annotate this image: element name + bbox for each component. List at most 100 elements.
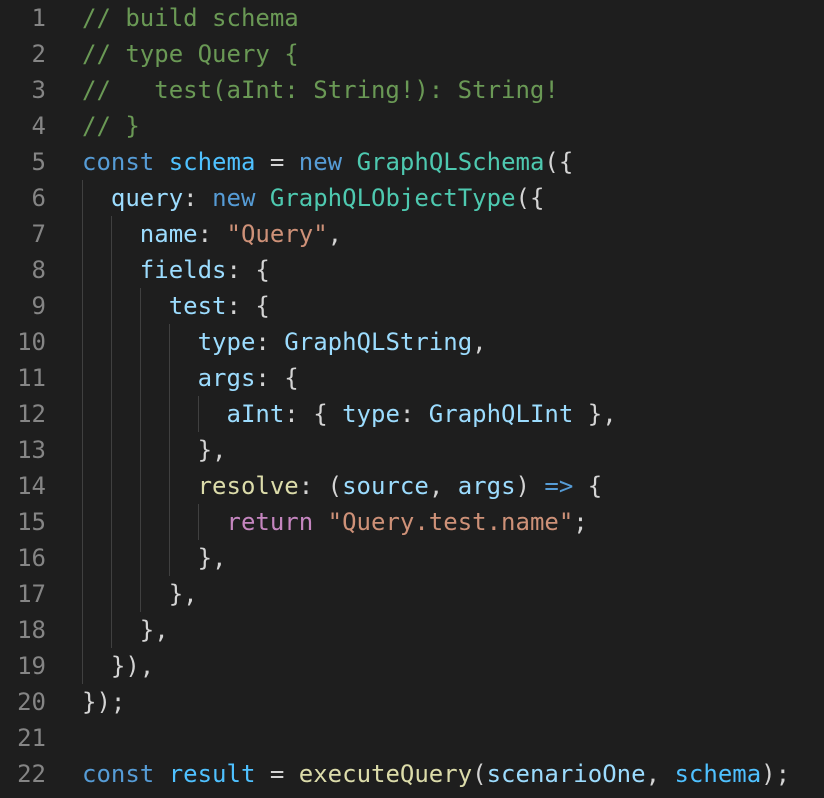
- code-token: args: [457, 472, 516, 500]
- code-token: },: [573, 400, 617, 428]
- code-line[interactable]: 14 resolve: (source, args) => {: [0, 468, 824, 504]
- code-token: resolve: [197, 472, 299, 500]
- code-token: });: [82, 688, 126, 716]
- line-number: 18: [17, 616, 46, 644]
- code-text[interactable]: // test(aInt: String!): String!: [82, 72, 559, 108]
- code-line[interactable]: 4 // }: [0, 108, 824, 144]
- code-token: test: [168, 292, 227, 320]
- code-token: =: [255, 148, 299, 176]
- code-token: );: [761, 760, 791, 788]
- code-token: new: [298, 148, 343, 176]
- code-line[interactable]: 16 },: [0, 540, 824, 576]
- code-token: ,: [327, 220, 343, 248]
- code-text[interactable]: args: {: [82, 360, 299, 396]
- code-text[interactable]: // }: [82, 108, 140, 144]
- code-token: const: [82, 760, 155, 788]
- code-text[interactable]: test: {: [82, 288, 270, 324]
- code-token: type: [342, 400, 400, 428]
- code-text[interactable]: },: [82, 612, 169, 648]
- code-token: },: [82, 616, 169, 644]
- code-token: ;: [573, 508, 588, 536]
- code-token: schema: [168, 148, 256, 176]
- code-line[interactable]: 15 return "Query.test.name";: [0, 504, 824, 540]
- code-token: GraphQLObjectType: [269, 184, 516, 212]
- code-text[interactable]: name: "Query",: [82, 216, 342, 252]
- code-token: source: [342, 472, 429, 500]
- code-line[interactable]: 22 const result = executeQuery(scenarioOn…: [0, 756, 824, 792]
- code-text[interactable]: resolve: (source, args) => {: [82, 468, 603, 504]
- code-line[interactable]: 11 args: {: [0, 360, 824, 396]
- line-number: 9: [31, 292, 46, 320]
- code-line[interactable]: 1 // build schema: [0, 0, 824, 36]
- code-text[interactable]: },: [82, 576, 198, 612]
- code-text[interactable]: },: [82, 432, 227, 468]
- code-text[interactable]: const schema = new GraphQLSchema({: [82, 144, 573, 180]
- code-line[interactable]: 9 test: {: [0, 288, 824, 324]
- code-token: ({: [544, 148, 574, 176]
- code-token: // build schema: [82, 4, 299, 32]
- code-text[interactable]: aInt: { type: GraphQLInt },: [82, 396, 617, 432]
- code-text[interactable]: fields: {: [82, 252, 270, 288]
- code-text[interactable]: });: [82, 684, 125, 720]
- code-line[interactable]: 13 },: [0, 432, 824, 468]
- code-token: : {: [226, 256, 270, 284]
- code-line[interactable]: 18 },: [0, 612, 824, 648]
- code-line[interactable]: 20});: [0, 684, 824, 720]
- code-token: return: [226, 508, 314, 536]
- line-number: 19: [17, 652, 46, 680]
- line-number: 15: [17, 508, 46, 536]
- code-token: },: [82, 436, 227, 464]
- code-token: :: [255, 328, 285, 356]
- code-line[interactable]: 17 },: [0, 576, 824, 612]
- line-number: 16: [17, 544, 46, 572]
- code-text[interactable]: }),: [82, 648, 154, 684]
- code-token: ): [515, 472, 545, 500]
- code-token: ,: [645, 760, 675, 788]
- code-line[interactable]: 2 // type Query {: [0, 36, 824, 72]
- code-line[interactable]: 21: [0, 720, 824, 756]
- code-token: const: [82, 148, 155, 176]
- code-token: // }: [82, 112, 140, 140]
- code-token: GraphQLString: [284, 328, 473, 356]
- code-text[interactable]: // type Query {: [82, 36, 299, 72]
- code-token: aInt: [226, 400, 285, 428]
- line-number: 8: [31, 256, 46, 284]
- line-number: 10: [17, 328, 46, 356]
- code-token: fields: [139, 256, 227, 284]
- code-token: (: [472, 760, 487, 788]
- code-text[interactable]: return "Query.test.name";: [82, 504, 588, 540]
- code-line[interactable]: 12 aInt: { type: GraphQLInt },: [0, 396, 824, 432]
- code-token: executeQuery: [298, 760, 473, 788]
- code-token: args: [197, 364, 256, 392]
- line-number: 21: [17, 724, 46, 752]
- line-number: 4: [31, 112, 46, 140]
- code-text[interactable]: query: new GraphQLObjectType({: [82, 180, 545, 216]
- code-line[interactable]: 5 const schema = new GraphQLSchema({: [0, 144, 824, 180]
- line-number: 11: [17, 364, 46, 392]
- code-text[interactable]: type: GraphQLString,: [82, 324, 487, 360]
- code-editor[interactable]: 1 // build schema 2 // type Query { 3 // test…: [0, 0, 824, 798]
- code-token: =: [255, 760, 299, 788]
- code-line[interactable]: 10 type: GraphQLString,: [0, 324, 824, 360]
- code-text[interactable]: const result = executeQuery(scenarioOne,…: [82, 756, 790, 792]
- code-line[interactable]: 8 fields: {: [0, 252, 824, 288]
- code-token: {: [573, 472, 603, 500]
- line-number: 22: [17, 760, 46, 788]
- line-number: 7: [31, 220, 46, 248]
- code-text[interactable]: },: [82, 540, 227, 576]
- code-token: new: [212, 184, 256, 212]
- line-number: 3: [31, 76, 46, 104]
- code-line[interactable]: 19 }),: [0, 648, 824, 684]
- code-line[interactable]: 6 query: new GraphQLObjectType({: [0, 180, 824, 216]
- code-text[interactable]: // build schema: [82, 0, 299, 36]
- code-line[interactable]: 3 // test(aInt: String!): String!: [0, 72, 824, 108]
- code-token: :: [399, 400, 429, 428]
- code-line[interactable]: 7 name: "Query",: [0, 216, 824, 252]
